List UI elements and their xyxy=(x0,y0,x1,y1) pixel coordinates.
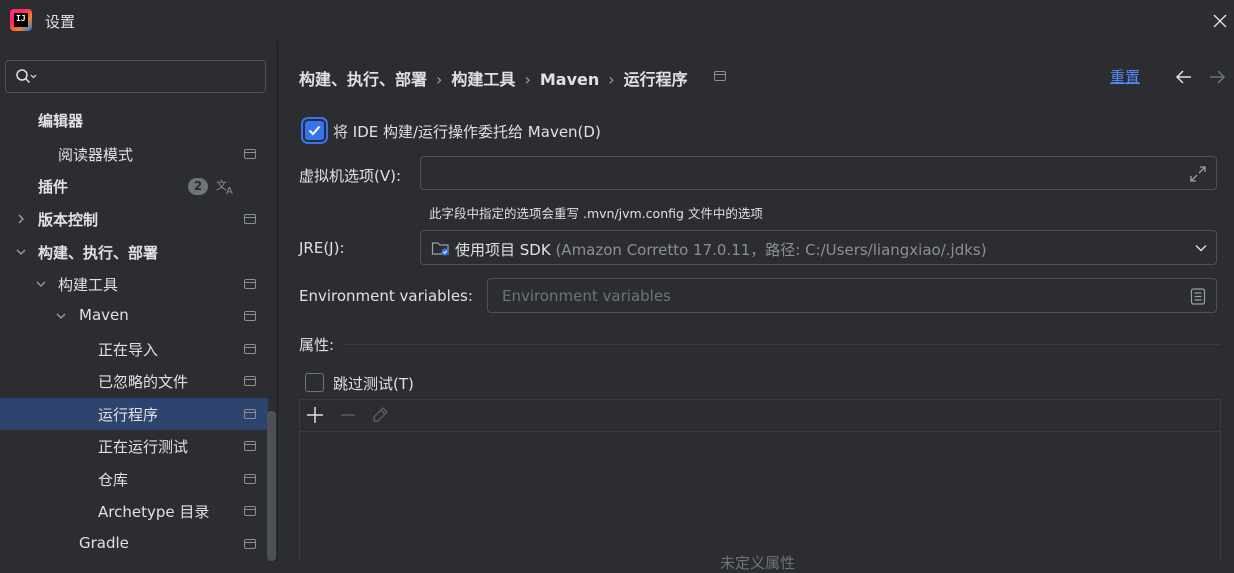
sidebar-item-archetype-catalogs[interactable]: Archetype 目录 xyxy=(0,495,268,527)
sidebar-item-gradle[interactable]: Gradle xyxy=(0,528,268,560)
skip-tests-label: 跳过测试(T) xyxy=(333,375,414,393)
sidebar-item-label: Maven xyxy=(79,306,129,324)
properties-group-label: 属性: xyxy=(299,336,335,354)
svg-text:A: A xyxy=(226,186,233,195)
jre-selected-value: 使用项目 SDK (Amazon Corretto 17.0.11，路径: C:… xyxy=(455,239,987,260)
sidebar-item-label: 编辑器 xyxy=(38,112,84,130)
delegate-to-maven-label: 将 IDE 构建/运行操作委托给 Maven(D) xyxy=(333,123,601,141)
sidebar-item-label: 运行程序 xyxy=(98,406,159,424)
add-icon[interactable] xyxy=(305,405,325,425)
search-input[interactable] xyxy=(42,66,261,89)
project-settings-icon xyxy=(244,214,256,224)
search-icon xyxy=(16,69,37,84)
env-vars-input[interactable] xyxy=(500,286,1174,306)
project-settings-icon xyxy=(244,311,256,321)
breadcrumb-item[interactable]: Maven xyxy=(540,70,599,89)
project-sdk-folder-icon xyxy=(431,242,449,256)
sidebar-item-label: 插件 xyxy=(38,178,69,196)
env-vars-label: Environment variables: xyxy=(299,287,473,305)
sidebar-item-label: 构建工具 xyxy=(58,276,119,294)
checkmark-icon xyxy=(308,125,321,136)
project-settings-icon xyxy=(244,441,256,451)
breadcrumb-separator: › xyxy=(524,70,531,89)
close-button[interactable] xyxy=(1208,10,1232,32)
expand-icon[interactable] xyxy=(1189,165,1207,183)
intellij-logo-icon: IJ xyxy=(10,9,32,31)
document-icon[interactable] xyxy=(1189,288,1207,305)
sidebar-scrollbar[interactable] xyxy=(267,411,276,561)
breadcrumb-item-current: 运行程序 xyxy=(623,70,688,89)
properties-separator xyxy=(344,344,1220,345)
breadcrumb-separator: › xyxy=(436,70,443,89)
breadcrumb-item[interactable]: 构建工具 xyxy=(451,70,515,89)
sidebar-item-build-tools[interactable]: 构建工具 xyxy=(0,268,268,300)
project-settings-icon xyxy=(244,344,256,354)
properties-table: 未定义属性 xyxy=(299,399,1221,572)
project-settings-icon xyxy=(244,506,256,516)
sidebar-item-maven[interactable]: Maven xyxy=(0,300,268,332)
project-settings-icon xyxy=(244,409,256,419)
sidebar-item-importing[interactable]: 正在导入 xyxy=(0,333,268,365)
sidebar-item-editor[interactable]: 编辑器 xyxy=(0,104,268,136)
remove-icon[interactable] xyxy=(338,405,358,425)
reset-link[interactable]: 重置 xyxy=(1110,66,1140,87)
project-settings-icon xyxy=(244,279,256,289)
sidebar-item-label: 仓库 xyxy=(98,471,129,489)
window-title: 设置 xyxy=(45,13,76,31)
chevron-down-icon xyxy=(36,281,46,287)
env-vars-field[interactable] xyxy=(487,278,1217,313)
sidebar-item-label: Gradle xyxy=(79,534,129,552)
breadcrumb-item[interactable]: 构建、执行、部署 xyxy=(299,70,427,89)
breadcrumb-separator: › xyxy=(608,70,615,89)
jre-selected-detail: (Amazon Corretto 17.0.11，路径: C:/Users/li… xyxy=(550,241,987,259)
jre-selected-main: 使用项目 SDK xyxy=(455,241,551,259)
sidebar-item-ignored-files[interactable]: 已忽略的文件 xyxy=(0,365,268,397)
sidebar-item-label: 构建、执行、部署 xyxy=(38,244,159,262)
settings-sidebar: 编辑器 阅读器模式 插件 2 文 A 版本控制 构建、执行、部署 构建工具 Ma… xyxy=(0,42,277,561)
sidebar-item-reader-mode[interactable]: 阅读器模式 xyxy=(0,138,268,170)
vm-options-hint: 此字段中指定的选项会重写 .mvn/jvm.config 文件中的选项 xyxy=(429,206,763,221)
translate-icon: 文 A xyxy=(216,178,233,195)
chevron-down-icon xyxy=(16,249,26,255)
chevron-down-icon xyxy=(1195,245,1207,252)
edit-icon[interactable] xyxy=(370,405,390,425)
vm-options-input[interactable] xyxy=(433,164,1177,184)
skip-tests-checkbox[interactable] xyxy=(305,373,324,392)
sidebar-item-version-control[interactable]: 版本控制 xyxy=(0,203,268,235)
jre-label: JRE(J): xyxy=(299,239,345,257)
sidebar-item-label: 正在运行测试 xyxy=(98,438,189,456)
sidebar-item-plugins[interactable]: 插件 2 文 A xyxy=(0,170,268,202)
sidebar-item-running-tests[interactable]: 正在运行测试 xyxy=(0,430,268,462)
vm-options-field[interactable] xyxy=(420,156,1217,190)
search-field[interactable] xyxy=(5,60,266,93)
project-settings-icon xyxy=(714,71,726,81)
back-arrow-icon[interactable] xyxy=(1174,68,1194,86)
sidebar-item-build-execution-deployment[interactable]: 构建、执行、部署 xyxy=(0,236,268,268)
delegate-to-maven-checkbox[interactable] xyxy=(305,121,324,140)
sidebar-item-label: Archetype 目录 xyxy=(98,503,210,521)
project-settings-icon xyxy=(244,149,256,159)
updates-badge: 2 xyxy=(188,178,208,195)
project-settings-icon xyxy=(244,376,256,386)
sidebar-item-runner[interactable]: 运行程序 xyxy=(0,398,268,430)
jre-dropdown[interactable]: 使用项目 SDK (Amazon Corretto 17.0.11，路径: C:… xyxy=(420,230,1217,265)
sidebar-item-label: 正在导入 xyxy=(98,341,159,359)
forward-arrow-icon[interactable] xyxy=(1207,68,1227,86)
settings-content: 构建、执行、部署 › 构建工具 › Maven › 运行程序 重置 将 IDE 构建/运行操… xyxy=(278,42,1234,572)
chevron-right-icon xyxy=(18,214,24,224)
breadcrumb: 构建、执行、部署 › 构建工具 › Maven › 运行程序 xyxy=(299,66,688,90)
project-settings-icon xyxy=(244,539,256,549)
sidebar-item-label: 阅读器模式 xyxy=(58,146,134,164)
project-settings-icon xyxy=(244,474,256,484)
close-icon xyxy=(1213,14,1227,28)
properties-toolbar xyxy=(300,400,1220,432)
vm-options-label: 虚拟机选项(V): xyxy=(299,167,402,185)
sidebar-item-label: 版本控制 xyxy=(38,211,99,229)
sidebar-item-repositories[interactable]: 仓库 xyxy=(0,463,268,495)
chevron-down-icon xyxy=(56,313,66,319)
properties-empty-text: 未定义属性 xyxy=(720,554,796,572)
sidebar-item-label: 已忽略的文件 xyxy=(98,373,189,391)
title-bar: IJ 设置 xyxy=(0,0,1234,42)
